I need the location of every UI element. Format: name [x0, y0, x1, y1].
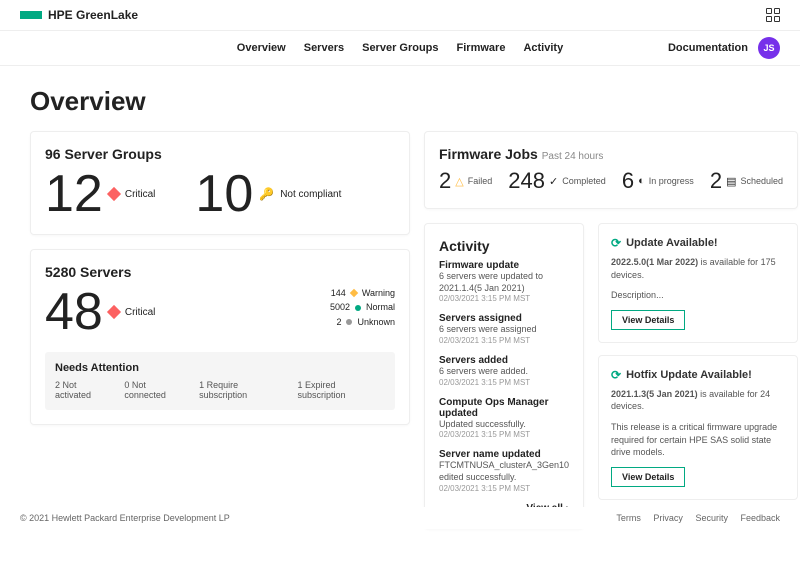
nav-server-groups[interactable]: Server Groups — [362, 42, 438, 54]
servers-title: 5280 Servers — [45, 264, 395, 280]
brand[interactable]: HPE GreenLake — [20, 8, 138, 22]
attention-title: Needs Attention — [55, 362, 385, 374]
fw-failed: 2 — [439, 168, 451, 194]
page-title: Overview — [30, 86, 770, 117]
refresh-icon: ⟳ — [611, 368, 621, 382]
critical-icon — [107, 305, 121, 319]
view-details-button[interactable]: View Details — [611, 310, 685, 330]
firmware-title: Firmware Jobs Past 24 hours — [439, 146, 783, 162]
footer: © 2021 Hewlett Packard Enterprise Develo… — [0, 507, 800, 529]
topbar: HPE GreenLake — [0, 0, 800, 31]
activity-card: Activity Firmware update6 servers were u… — [424, 223, 584, 529]
nav-servers[interactable]: Servers — [304, 42, 344, 54]
groups-noncompliant-label: Not compliant — [280, 189, 341, 200]
calendar-icon: ▤ — [726, 175, 736, 188]
activity-title: Activity — [439, 238, 569, 254]
servers-status-list: 144Warning 5002Normal 2Unknown — [311, 286, 395, 329]
key-icon: 🔑 — [259, 187, 274, 201]
update-card: ⟳Hotfix Update Available!2021.1.3(5 Jan … — [598, 355, 798, 500]
footer-privacy[interactable]: Privacy — [653, 513, 683, 523]
copyright: © 2021 Hewlett Packard Enterprise Develo… — [20, 513, 230, 523]
brand-text: HPE GreenLake — [48, 8, 138, 22]
nav-activity[interactable]: Activity — [523, 42, 563, 54]
groups-critical-count: 12 — [45, 168, 103, 220]
server-groups-title: 96 Server Groups — [45, 146, 395, 162]
unknown-icon — [346, 319, 352, 325]
activity-item: Servers assigned6 servers were assigned0… — [439, 313, 569, 345]
attention-item: 2 Not activated — [55, 380, 114, 400]
progress-icon: ◐ — [638, 175, 645, 187]
servers-card: 5280 Servers 48 Critical 144Warning 5002N… — [30, 249, 410, 425]
update-card: ⟳Update Available!2022.5.0(1 Mar 2022) i… — [598, 223, 798, 343]
activity-item: Servers added6 servers were added.02/03/… — [439, 355, 569, 387]
refresh-icon: ⟳ — [611, 236, 621, 250]
firmware-jobs-card: Firmware Jobs Past 24 hours 2△Failed 248… — [424, 131, 798, 209]
activity-item: Firmware update6 servers were updated to… — [439, 260, 569, 303]
critical-icon — [107, 187, 121, 201]
groups-noncompliant-count: 10 — [195, 168, 253, 220]
activity-item: Compute Ops Manager updatedUpdated succe… — [439, 397, 569, 440]
fw-inprogress: 6 — [622, 168, 634, 194]
avatar[interactable]: JS — [758, 37, 780, 59]
nav-tabs: Overview Servers Server Groups Firmware … — [237, 42, 563, 54]
warning-icon — [350, 289, 358, 297]
server-groups-card: 96 Server Groups 12 Critical 10 🔑 Not compl… — [30, 131, 410, 235]
servers-critical-count: 48 — [45, 286, 103, 338]
fw-completed: 248 — [508, 168, 545, 194]
servers-critical-label: Critical — [125, 307, 156, 318]
nav-overview[interactable]: Overview — [237, 42, 286, 54]
documentation-link[interactable]: Documentation — [668, 42, 748, 54]
attention-item: 1 Require subscription — [199, 380, 287, 400]
attention-item: 1 Expired subscription — [298, 380, 385, 400]
apps-icon[interactable] — [766, 8, 780, 22]
fw-scheduled: 2 — [710, 168, 722, 194]
view-details-button[interactable]: View Details — [611, 467, 685, 487]
activity-item: Server name updatedFTCMTNUSA_clusterA_3G… — [439, 449, 569, 492]
groups-critical-label: Critical — [125, 189, 156, 200]
navbar: Overview Servers Server Groups Firmware … — [0, 31, 800, 66]
check-icon: ✓ — [549, 175, 558, 188]
footer-terms[interactable]: Terms — [616, 513, 641, 523]
footer-security[interactable]: Security — [695, 513, 728, 523]
brand-bar-icon — [20, 11, 42, 19]
normal-icon — [355, 305, 361, 311]
needs-attention: Needs Attention 2 Not activated 0 Not co… — [45, 352, 395, 410]
warning-triangle-icon: △ — [455, 175, 463, 188]
attention-item: 0 Not connected — [124, 380, 189, 400]
nav-firmware[interactable]: Firmware — [457, 42, 506, 54]
footer-feedback[interactable]: Feedback — [740, 513, 780, 523]
